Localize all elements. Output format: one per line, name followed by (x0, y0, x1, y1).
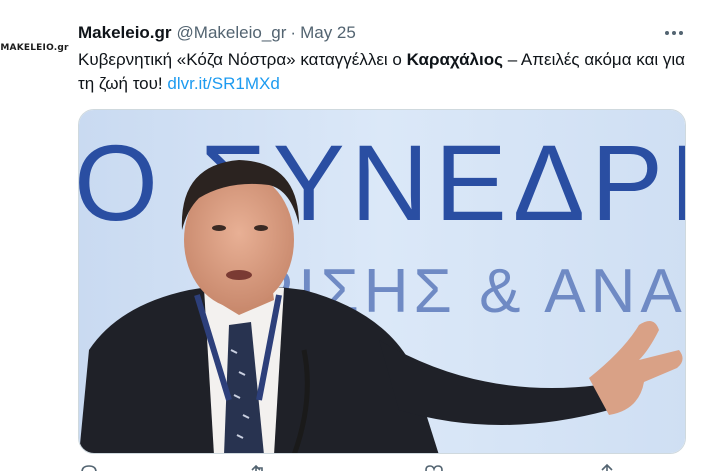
tweet-date[interactable]: May 25 (300, 23, 356, 43)
tweet-media-image[interactable]: Ο ΣΥΝΕΔΡΙ ΤΡΙΣΗΣ & ΑΝΑΠΤΥ (78, 109, 686, 454)
tweet-link[interactable]: dlvr.it/SR1MXd (167, 74, 279, 93)
more-options-icon[interactable] (660, 24, 688, 42)
retweet-icon[interactable] (248, 462, 270, 471)
tweet-text-part1: Κυβερνητική «Κόζα Νόστρα» καταγγέλλει ο (78, 50, 407, 69)
tweet-text: Κυβερνητική «Κόζα Νόστρα» καταγγέλλει ο … (78, 48, 688, 96)
banner-line1: Ο ΣΥΝΕΔΡΙ (79, 122, 686, 243)
reply-icon[interactable] (78, 462, 100, 471)
avatar-logo-text: MAKELEIO.gr (0, 43, 69, 53)
tweet-text-bold: Καραχάλιος (406, 50, 503, 69)
share-icon[interactable] (596, 462, 618, 471)
avatar[interactable]: MAKELEIO.gr (0, 38, 68, 58)
tweet-header: Makeleio.gr @Makeleio_gr · May 25 (78, 22, 356, 44)
user-handle[interactable]: @Makeleio_gr (177, 23, 287, 43)
tweet-actions (78, 462, 678, 471)
like-icon[interactable] (423, 462, 445, 471)
display-name[interactable]: Makeleio.gr (78, 23, 172, 43)
tweet-card[interactable]: MAKELEIO.gr Makeleio.gr @Makeleio_gr · M… (0, 0, 708, 471)
photo-of-man-speaking: Ο ΣΥΝΕΔΡΙ ΤΡΙΣΗΣ & ΑΝΑΠΤΥ (79, 110, 686, 453)
header-separator: · (290, 23, 297, 42)
